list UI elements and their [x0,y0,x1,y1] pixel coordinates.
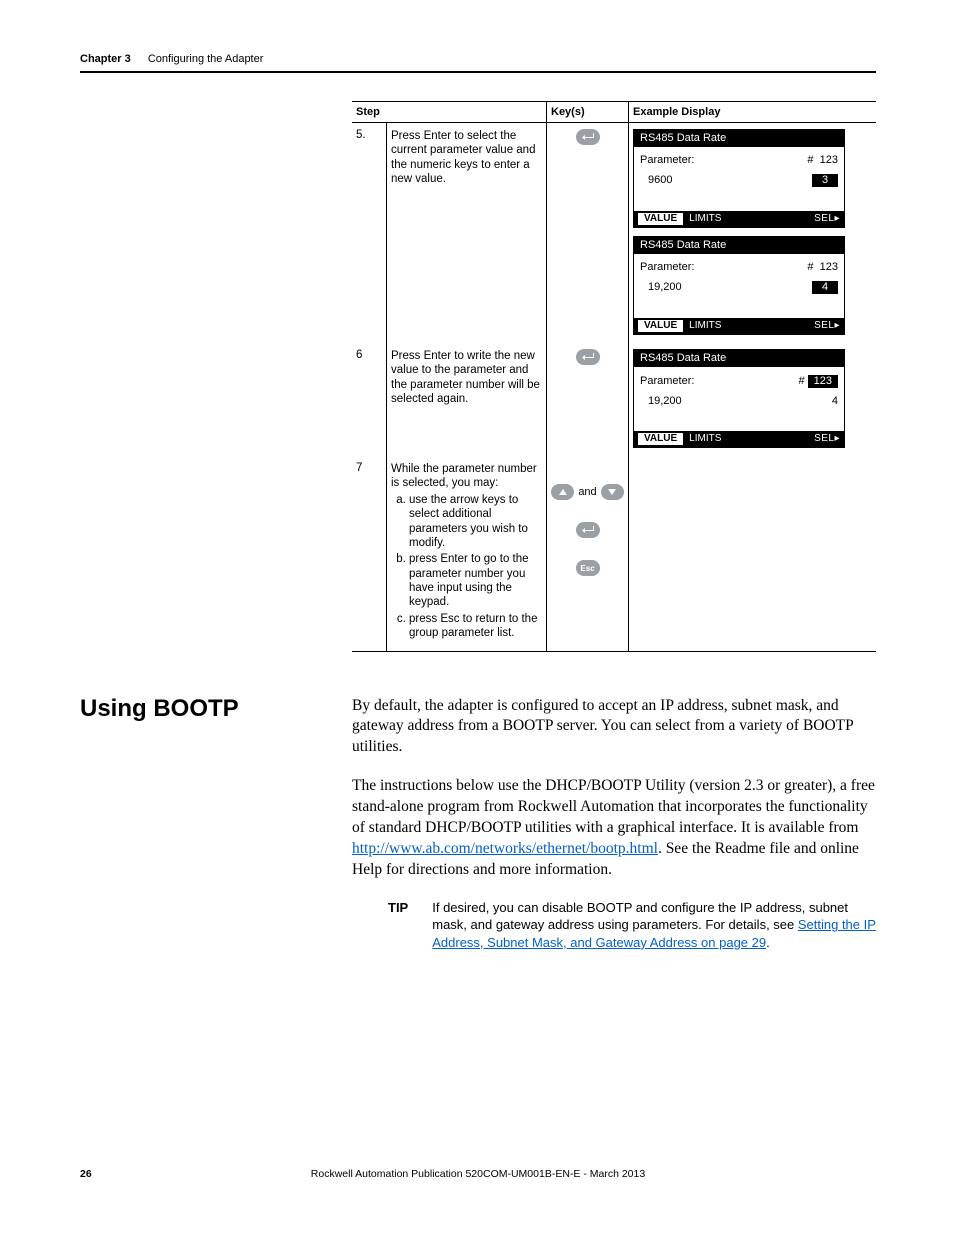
lcd-param-label: Parameter: [640,262,694,273]
paragraph: The instructions below use the DHCP/BOOT… [352,776,876,881]
step-text: While the parameter number is selected, … [386,456,546,651]
col-step: Step [352,102,546,122]
enter-key-icon [576,349,600,365]
substep: use the arrow keys to select additional … [409,493,542,551]
example-display: RS485 Data Rate Parameter: # 123 19,200 … [633,236,845,335]
header-rule [80,71,876,73]
lcd-title: RS485 Data Rate [634,350,844,367]
lcd-tab-limits: LIMITS [683,320,727,332]
example-display: RS485 Data Rate Parameter: # 123 9600 3 [633,129,845,228]
lcd-cursor-digit: 3 [812,174,838,187]
section-heading: Using BOOTP [80,696,330,952]
lcd-sel-indicator: SEL▸ [814,321,840,331]
substep: press Esc to return to the group paramet… [409,612,542,641]
lcd-value: 19,200 [648,282,682,293]
lcd-sel-indicator: SEL▸ [814,214,840,224]
bootp-url-link[interactable]: http://www.ab.com/networks/ethernet/boot… [352,840,658,857]
lcd-param-label: Parameter: [640,376,694,387]
enter-key-icon [576,522,600,538]
example-display: RS485 Data Rate Parameter: # 123 19,200 … [633,349,845,448]
col-display: Example Display [628,102,876,122]
lcd-tab-limits: LIMITS [683,213,727,225]
lcd-tab-value: VALUE [638,320,683,332]
table-row: 5. Press Enter to select the current par… [352,123,876,343]
tip-text: If desired, you can disable BOOTP and co… [432,899,876,952]
step-number: 6 [352,343,386,456]
display-cell [628,456,876,651]
lcd-tab-limits: LIMITS [683,433,727,445]
step-number: 5. [352,123,386,343]
key-cell: and Esc [546,456,628,651]
col-keys: Key(s) [546,102,628,122]
section-body: By default, the adapter is configured to… [352,696,876,952]
step-text: Press Enter to write the new value to th… [386,343,546,456]
step-number: 7 [352,456,386,651]
esc-key-icon: Esc [576,560,600,576]
chapter-title: Configuring the Adapter [148,53,264,65]
lcd-param-num: # 123 [798,375,838,388]
paragraph: By default, the adapter is configured to… [352,696,876,759]
table-row: 6 Press Enter to write the new value to … [352,343,876,456]
substep: press Enter to go to the parameter numbe… [409,552,542,610]
lcd-title: RS485 Data Rate [634,237,844,254]
table-header-row: Step Key(s) Example Display [352,101,876,123]
running-header: Chapter 3 Configuring the Adapter [80,53,876,65]
lcd-param-label: Parameter: [640,155,694,166]
procedure-table: Step Key(s) Example Display 5. Press Ent… [352,101,876,652]
up-arrow-key-icon [551,484,574,500]
lcd-title: RS485 Data Rate [634,130,844,147]
chapter-label: Chapter 3 [80,53,131,65]
down-arrow-key-icon [601,484,624,500]
lcd-param-num: # 123 [807,262,838,273]
section-using-bootp: Using BOOTP By default, the adapter is c… [80,696,876,952]
enter-key-icon [576,129,600,145]
step-text: Press Enter to select the current parame… [386,123,546,343]
table-row: 7 While the parameter number is selected… [352,456,876,652]
tip-block: TIP If desired, you can disable BOOTP an… [388,899,876,952]
key-cell [546,343,628,456]
display-cell: RS485 Data Rate Parameter: # 123 19,200 … [628,343,876,456]
publication-number: Rockwell Automation Publication 520COM-U… [80,1168,876,1180]
lcd-cursor-digit: 4 [812,281,838,294]
keys-and-label: and [578,486,596,498]
lcd-tab-value: VALUE [638,433,683,445]
lcd-cursor-digit: 4 [832,396,838,407]
lcd-value: 9600 [648,175,672,186]
key-cell [546,123,628,343]
lcd-tab-value: VALUE [638,213,683,225]
lcd-param-num: # 123 [807,155,838,166]
lcd-sel-indicator: SEL▸ [814,434,840,444]
lcd-value: 19,200 [648,396,682,407]
tip-label: TIP [388,899,408,952]
display-cell: RS485 Data Rate Parameter: # 123 9600 3 [628,123,876,343]
